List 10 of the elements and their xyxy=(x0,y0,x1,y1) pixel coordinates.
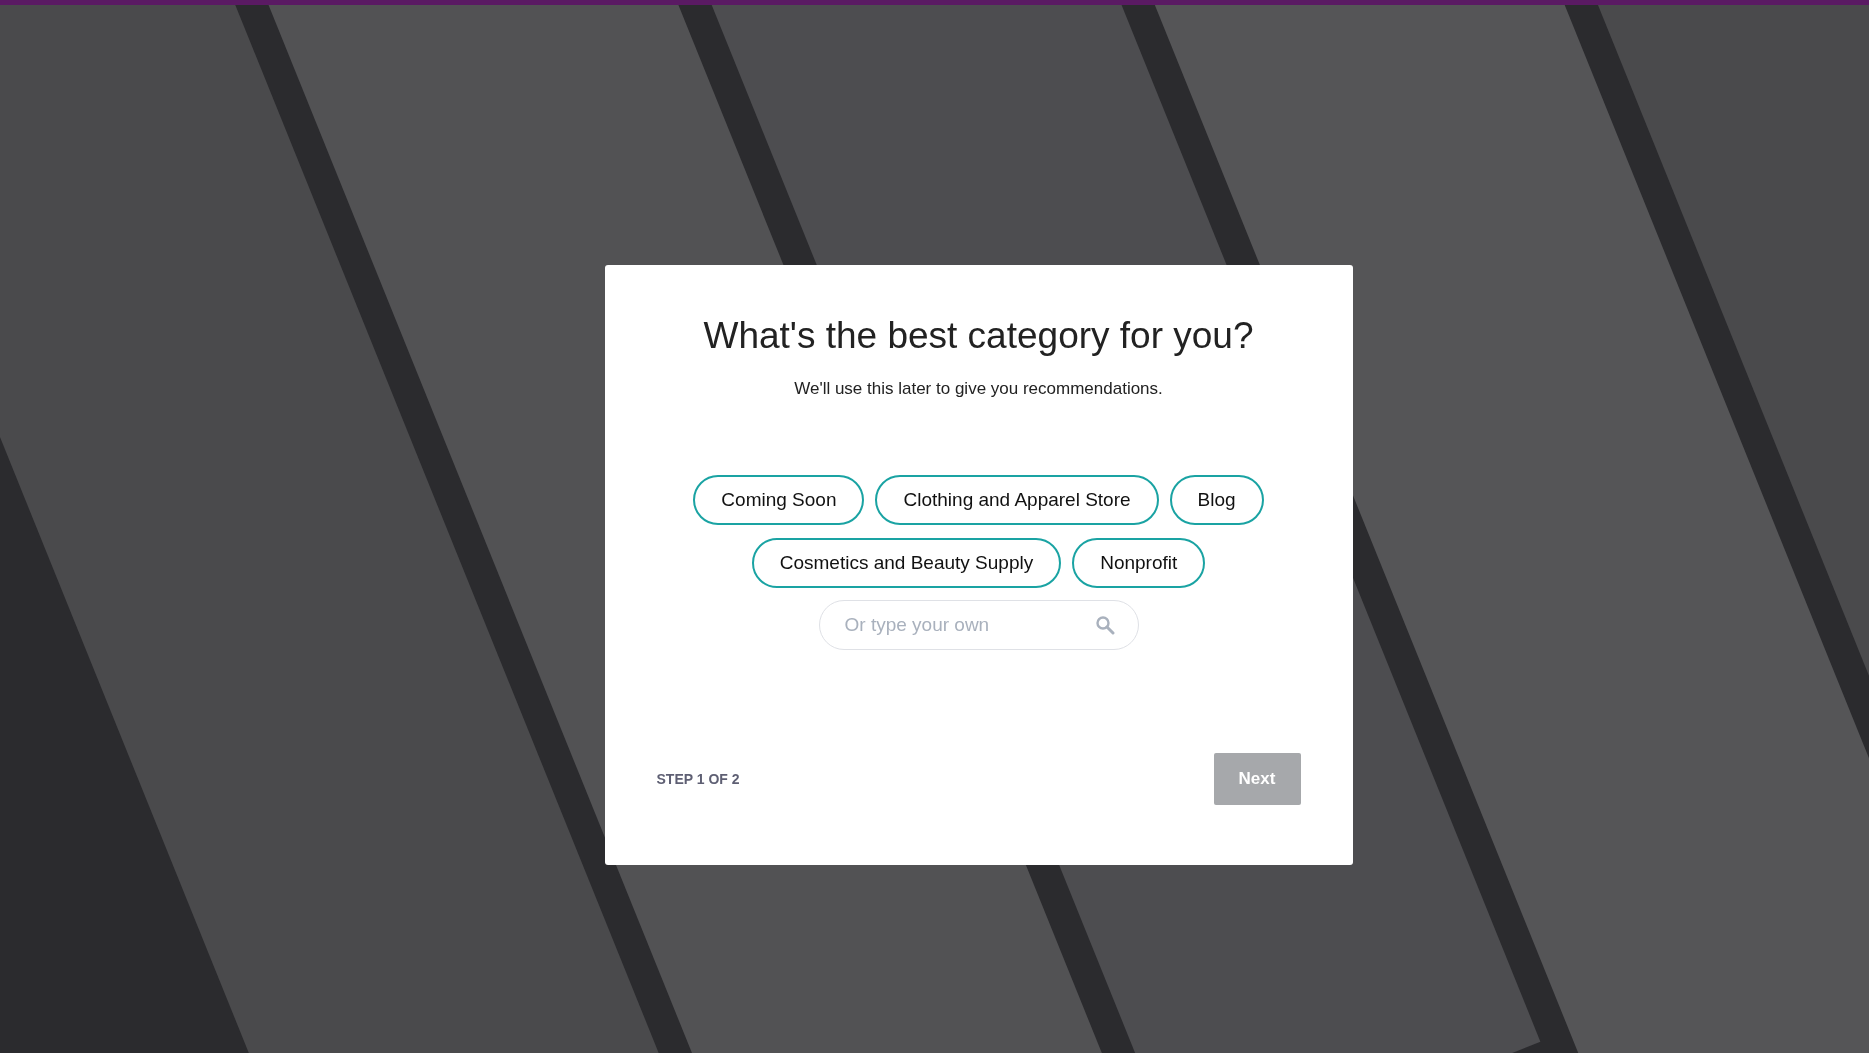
category-chip[interactable]: Nonprofit xyxy=(1072,538,1206,588)
step-indicator: STEP 1 OF 2 xyxy=(656,771,740,787)
category-chip[interactable]: Cosmetics and Beauty Supply xyxy=(751,538,1062,588)
category-chip[interactable]: Blog xyxy=(1169,475,1264,525)
search-icon xyxy=(1094,615,1115,635)
dialog-title: What's the best category for you? xyxy=(703,315,1254,357)
search-field[interactable]: Or type your own xyxy=(818,600,1139,650)
dialog-subtitle: We'll use this later to give you recommendations. xyxy=(794,379,1163,399)
category-chip[interactable]: Coming Soon xyxy=(693,475,865,525)
category-chip[interactable]: Clothing and Apparel Store xyxy=(875,475,1159,525)
